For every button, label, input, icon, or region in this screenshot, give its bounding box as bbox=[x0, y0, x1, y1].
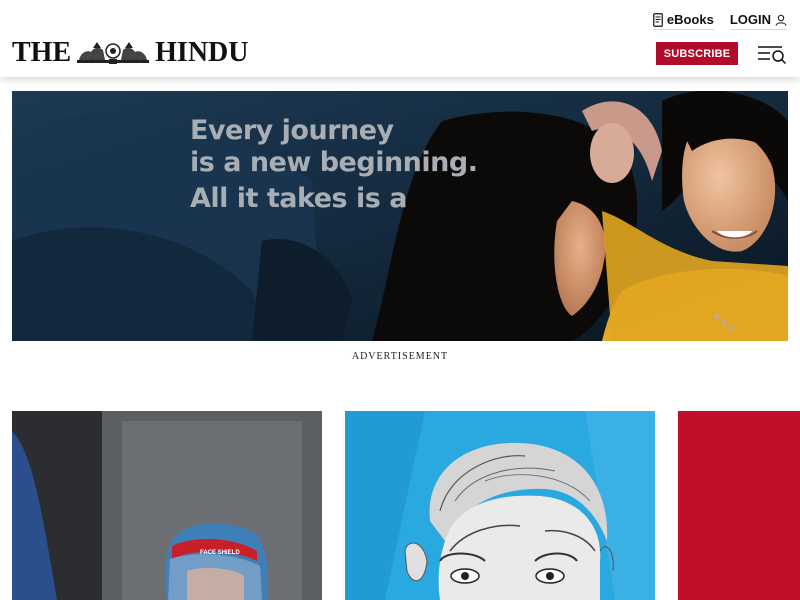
header-top-links: eBooks LOGIN bbox=[652, 12, 787, 30]
news-card-1[interactable]: FACE SHIELD bbox=[12, 411, 322, 600]
news-card-3[interactable] bbox=[678, 411, 800, 600]
subscribe-button[interactable]: SUBSCRIBE bbox=[656, 42, 738, 65]
site-logo[interactable]: THE HINDU bbox=[12, 38, 248, 68]
ad-line-1: Every journey bbox=[190, 115, 394, 146]
user-icon bbox=[775, 14, 787, 26]
menu-search-icon[interactable] bbox=[756, 43, 788, 65]
login-link[interactable]: LOGIN bbox=[729, 12, 787, 30]
advertisement-caption: ADVERTISEMENT bbox=[351, 351, 449, 362]
logo-text-the: THE bbox=[12, 37, 72, 68]
ad-line-3: All it takes is a bbox=[190, 183, 407, 214]
ebook-icon bbox=[653, 12, 663, 27]
ebooks-label: eBooks bbox=[666, 12, 714, 27]
ad-line-2: is a new beginning. bbox=[190, 147, 478, 178]
news-card-2[interactable] bbox=[345, 411, 655, 600]
site-header: THE HINDU eBooks LOGIN SUBSCRIBE bbox=[0, 0, 800, 77]
login-label: LOGIN bbox=[729, 12, 771, 27]
ad-headline: Every journey is a new beginning. All it… bbox=[190, 115, 478, 215]
logo-emblem-icon bbox=[77, 42, 150, 64]
advertisement-banner[interactable]: Every journey is a new beginning. All it… bbox=[12, 91, 788, 341]
man-portrait-illustration bbox=[345, 411, 655, 600]
health-worker-photo: FACE SHIELD bbox=[12, 411, 322, 600]
logo-text-hindu: HINDU bbox=[155, 37, 249, 68]
red-graphic bbox=[678, 411, 800, 600]
ebooks-link[interactable]: eBooks bbox=[652, 12, 714, 30]
